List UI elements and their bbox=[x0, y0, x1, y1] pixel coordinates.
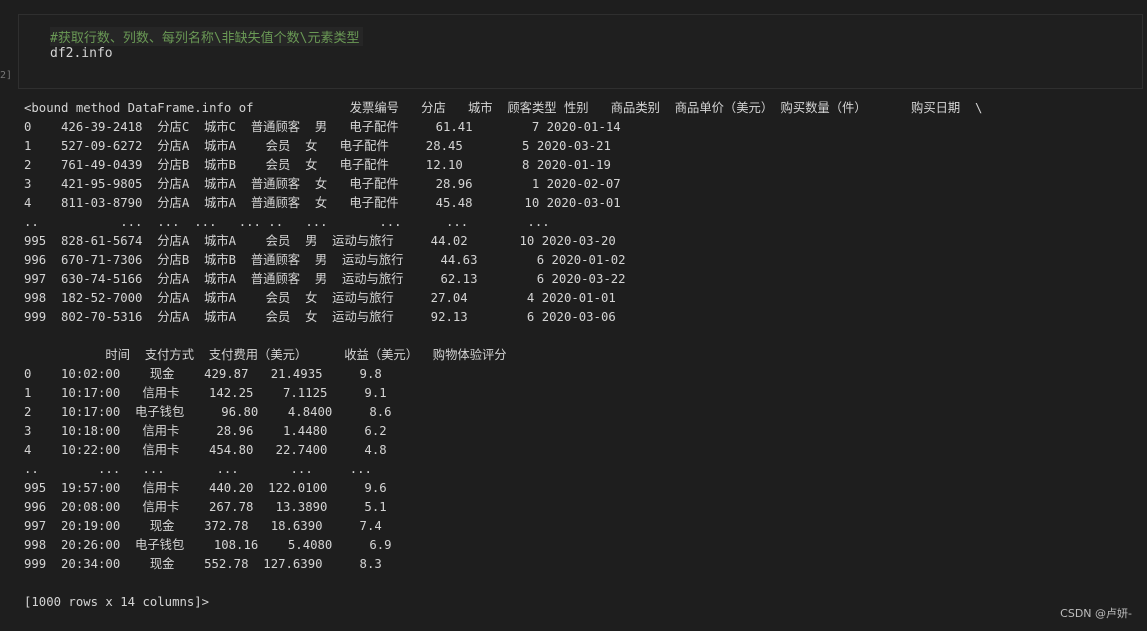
output-line: 1 527-09-6272 分店A 城市A 会员 女 电子配件 28.45 5 … bbox=[24, 139, 611, 153]
output-line: .. ... ... ... ... .. ... ... ... ... bbox=[24, 215, 550, 229]
output-line: <bound method DataFrame.info of 发票编号 分店 … bbox=[24, 101, 983, 115]
output-line: 995 828-61-5674 分店A 城市A 会员 男 运动与旅行 44.02… bbox=[24, 234, 616, 248]
output-line: 0 426-39-2418 分店C 城市C 普通顾客 男 电子配件 61.41 … bbox=[24, 120, 621, 134]
code-comment[interactable]: #获取行数、列数、每列名称\非缺失值个数\元素类型 bbox=[50, 27, 364, 46]
output-line: .. ... ... ... ... ... bbox=[24, 462, 372, 476]
watermark: CSDN @卢妍- bbox=[1060, 607, 1132, 620]
output-line: 3 421-95-9805 分店A 城市A 普通顾客 女 电子配件 28.96 … bbox=[24, 177, 621, 191]
output-line: 996 670-71-7306 分店B 城市B 普通顾客 男 运动与旅行 44.… bbox=[24, 253, 626, 267]
output-line: 4 811-03-8790 分店A 城市A 普通顾客 女 电子配件 45.48 … bbox=[24, 196, 621, 210]
output-line: 2 761-49-0439 分店B 城市B 会员 女 电子配件 12.10 8 … bbox=[24, 158, 611, 172]
output-line: 996 20:08:00 信用卡 267.78 13.3890 5.1 bbox=[24, 500, 387, 514]
output-line: 4 10:22:00 信用卡 454.80 22.7400 4.8 bbox=[24, 443, 387, 457]
code-statement[interactable]: df2.info bbox=[50, 46, 113, 61]
output-line: [1000 rows x 14 columns]> bbox=[24, 595, 210, 609]
output-marker bbox=[0, 100, 10, 112]
output-line: 3 10:18:00 信用卡 28.96 1.4480 6.2 bbox=[24, 424, 387, 438]
code-cell[interactable] bbox=[18, 14, 1143, 89]
output-line: 时间 支付方式 支付费用（美元） 收益（美元） 购物体验评分 bbox=[24, 348, 507, 362]
output-line: 998 182-52-7000 分店A 城市A 会员 女 运动与旅行 27.04… bbox=[24, 291, 616, 305]
output-line: 998 20:26:00 电子钱包 108.16 5.4080 6.9 bbox=[24, 538, 392, 552]
output-line: 2 10:17:00 电子钱包 96.80 4.8400 8.6 bbox=[24, 405, 392, 419]
output-line: 999 20:34:00 现金 552.78 127.6390 8.3 bbox=[24, 557, 382, 571]
execution-count: 2] bbox=[0, 70, 13, 81]
output-line: 0 10:02:00 现金 429.87 21.4935 9.8 bbox=[24, 367, 382, 381]
cell-output: <bound method DataFrame.info of 发票编号 分店 … bbox=[24, 99, 982, 612]
output-line: 999 802-70-5316 分店A 城市A 会员 女 运动与旅行 92.13… bbox=[24, 310, 616, 324]
output-line: 997 20:19:00 现金 372.78 18.6390 7.4 bbox=[24, 519, 382, 533]
output-line: 1 10:17:00 信用卡 142.25 7.1125 9.1 bbox=[24, 386, 387, 400]
output-line: 995 19:57:00 信用卡 440.20 122.0100 9.6 bbox=[24, 481, 387, 495]
output-line: 997 630-74-5166 分店A 城市A 普通顾客 男 运动与旅行 62.… bbox=[24, 272, 626, 286]
